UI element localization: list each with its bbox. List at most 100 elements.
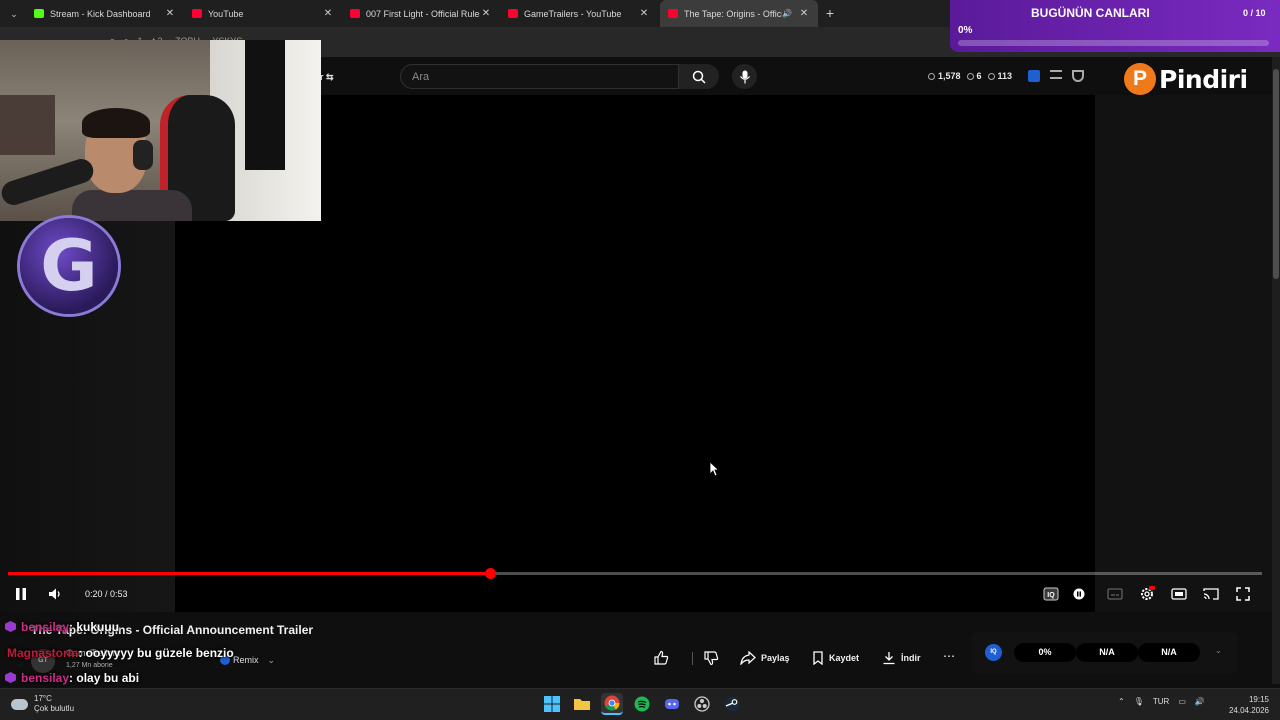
fullscreen-button[interactable] [1233,584,1253,604]
gear-icon [1141,586,1155,600]
weather-widget[interactable]: 17°C Çok bulutlu [11,694,74,714]
share-icon [740,651,756,665]
discord-icon[interactable] [661,693,683,715]
microphone-icon [739,70,750,83]
tab-youtube[interactable]: YouTube ✕ [184,0,342,27]
iq-icon: IQ [1043,587,1059,601]
youtube-favicon-icon [668,9,678,18]
thumbs-up-icon [654,650,669,665]
progress-bar[interactable] [8,568,1262,579]
tab-title: Stream - Kick Dashboard [50,8,151,19]
filter-label[interactable]: r ⇆ [320,72,334,83]
headset [133,140,153,170]
like-separator [692,652,693,665]
clock-date: 24.04.2026 [1228,706,1269,715]
save-button[interactable]: Kaydet [807,647,864,669]
cast-button[interactable] [1201,584,1221,604]
streamer-body [72,190,192,221]
theater-mode-button[interactable] [1169,584,1189,604]
tab-gametrailers[interactable]: GameTrailers - YouTube ✕ [500,0,658,27]
dislike-button[interactable] [698,647,724,669]
autoplay-toggle[interactable] [1069,584,1089,604]
kick-favicon-icon [34,9,44,18]
chevron-up-icon[interactable]: ⌃ [1118,697,1125,706]
microphone-icon[interactable]: 🎙 [1134,697,1144,706]
obs-icon[interactable] [691,693,713,715]
more-actions-button[interactable]: ⋯ [938,647,960,669]
subtitles-button[interactable] [1105,584,1125,604]
volume-button[interactable] [45,584,65,604]
subscriber-count: 1,27 Mn abone [66,662,113,669]
share-button[interactable]: Paylaş [735,647,795,669]
chat-text: : kukuuu [69,620,120,634]
download-button[interactable]: İndir [877,647,926,669]
chat-username: bensilay [21,620,70,634]
iq-ratings-panel: IQ 0% N/A N/A ⌄ [972,632,1238,674]
iq-extension-icon[interactable] [1028,70,1040,82]
streamer-webcam [0,40,321,221]
like-dislike-group [648,647,728,669]
taskbar-apps [541,693,743,715]
autoplay-icon [1073,588,1085,600]
iq-badge: IQ [985,644,1002,661]
settings-button[interactable] [1137,584,1157,604]
close-icon[interactable]: ✕ [798,8,810,19]
clock-time: 19:15 [1248,695,1269,704]
save-label: Kaydet [829,653,860,663]
tab-007-first-light[interactable]: 007 First Light - Official Rules o ✕ [342,0,500,27]
chat-message: bensilay: kukuuu [5,620,119,634]
close-icon[interactable]: ✕ [164,8,176,19]
trophy-icon[interactable] [1072,70,1084,82]
page-scrollbar[interactable] [1272,57,1280,684]
tab-kick-dashboard[interactable]: Stream - Kick Dashboard ✕ [26,0,184,27]
share-label: Paylaş [761,653,790,663]
tab-the-tape-origins[interactable]: The Tape: Origins - Official 🔊 ✕ [660,0,818,27]
like-button[interactable] [648,647,674,669]
rating-percent: 0% [1014,643,1076,662]
download-icon [883,652,895,665]
chevron-down-icon[interactable]: ⌄ [1215,646,1222,655]
youtube-favicon-icon [350,9,360,18]
network-icon[interactable]: ▭ [1178,697,1186,706]
voice-search-button[interactable] [732,64,757,89]
pause-button[interactable] [11,584,31,604]
webcam-curtain [245,40,285,170]
close-icon[interactable]: ✕ [480,8,492,19]
pause-icon [16,588,26,600]
list-icon[interactable] [1050,70,1062,79]
iq-player-button[interactable]: IQ [1041,584,1061,604]
windows-start-icon[interactable] [541,693,563,715]
pindiri-logo: P Pindiri [1124,62,1248,96]
time-display: 0:20 / 0:53 [85,589,128,599]
chat-username: bensilay [21,671,70,685]
webcam-shelf [0,95,55,155]
daily-goal-count: 0 / 10 [1243,8,1266,18]
mouse-cursor-icon [709,461,719,477]
cast-icon [1203,588,1219,600]
subscriber-badge-icon [5,672,16,683]
player-controls: 0:20 / 0:53 IQ [0,580,1272,608]
youtube-favicon-icon [192,9,202,18]
chrome-icon[interactable] [601,693,623,715]
subscriber-badge-icon [5,621,16,632]
steam-icon[interactable] [721,693,743,715]
search-button[interactable] [679,64,719,89]
search-input[interactable]: Ara [400,64,679,89]
file-explorer-icon[interactable] [571,693,593,715]
speaker-icon[interactable]: 🔊 [782,9,794,18]
system-clock[interactable]: 19:15 24.04.2026 [1225,694,1269,716]
close-icon[interactable]: ✕ [322,8,334,19]
tab-title: YouTube [208,8,244,19]
speaker-icon[interactable]: 🔊 [1195,697,1205,706]
close-icon[interactable]: ✕ [638,8,650,19]
scrollbar-thumb[interactable] [1273,69,1279,279]
channel-logo-icon: G [20,218,118,314]
chevron-down-icon: ⌄ [267,654,276,665]
new-tab-button[interactable]: + [822,5,838,21]
search-placeholder: Ara [412,71,430,83]
system-tray: ⌃ 🎙 TUR ▭ 🔊 [1118,697,1205,706]
spotify-icon[interactable] [631,693,653,715]
tab-search-button[interactable]: ⌄ [6,6,22,22]
daily-goal-title: BUGÜNÜN CANLARI [1031,6,1150,20]
language-indicator[interactable]: TUR [1153,697,1169,706]
